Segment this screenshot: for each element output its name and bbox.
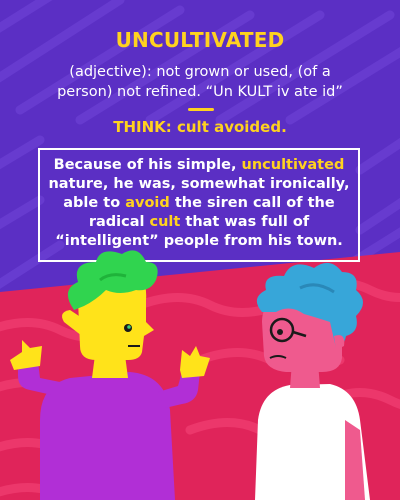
scientist-character-illustration [255, 262, 370, 500]
vocabulary-card: UNCULTIVATED (adjective): not grown or u… [0, 0, 400, 500]
